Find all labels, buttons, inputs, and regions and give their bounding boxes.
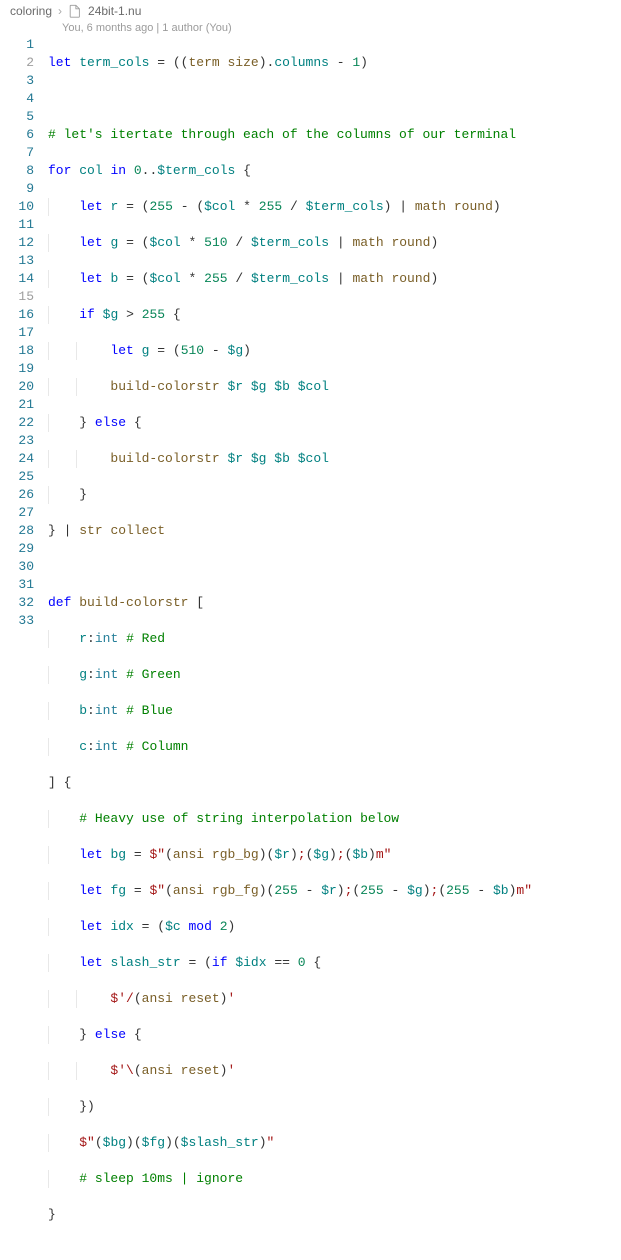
breadcrumb-file[interactable]: 24bit-1.nu xyxy=(88,4,141,18)
chevron-right-icon: › xyxy=(58,4,62,18)
code-editor[interactable]: 1234 5678 9101112 13141516 17181920 2122… xyxy=(0,36,621,1260)
code-area[interactable]: let term_cols = ((term size).columns - 1… xyxy=(48,36,621,1260)
file-icon xyxy=(68,4,82,18)
authors-lens[interactable]: You, 6 months ago | 1 author (You) xyxy=(0,22,621,36)
line-number-gutter: 1234 5678 9101112 13141516 17181920 2122… xyxy=(0,36,48,630)
breadcrumb-folder[interactable]: coloring xyxy=(10,4,52,18)
breadcrumb: coloring › 24bit-1.nu xyxy=(0,0,621,22)
